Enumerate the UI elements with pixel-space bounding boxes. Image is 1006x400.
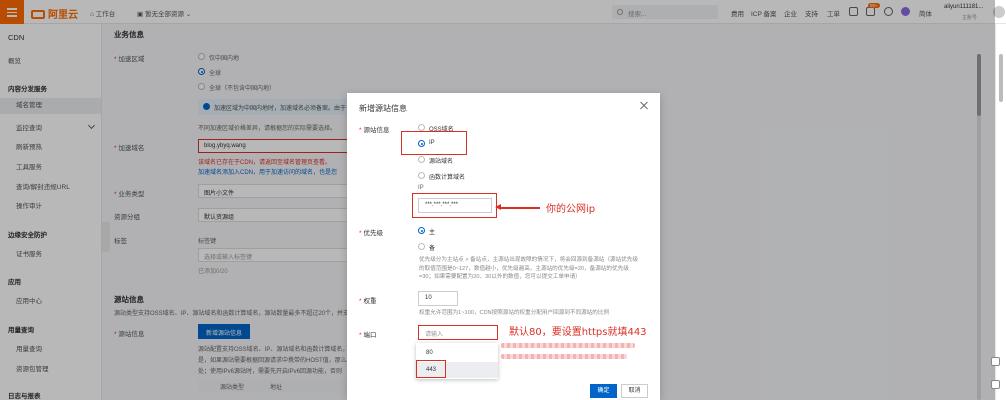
page-scrollbar-track bbox=[995, 24, 1006, 400]
label-port: * 端口 bbox=[359, 332, 377, 339]
label-priority: * 优先级 bbox=[359, 230, 384, 237]
label-fc-domain: 函数计算域名 bbox=[429, 175, 466, 181]
dialog-title: 新增源站信息 bbox=[359, 104, 407, 113]
label-origin-domain: 源站域名 bbox=[429, 159, 454, 165]
radio-fc-domain[interactable] bbox=[418, 172, 425, 179]
redacted-text bbox=[501, 354, 627, 359]
annotation-public-ip: 你的公网ip bbox=[546, 204, 596, 215]
port-input[interactable]: 请输入 bbox=[418, 325, 498, 340]
close-icon[interactable] bbox=[638, 100, 650, 112]
label-primary: 主 bbox=[429, 230, 436, 236]
radio-primary[interactable] bbox=[418, 227, 425, 234]
feedback-icon[interactable] bbox=[991, 380, 1000, 389]
annotation-arrow bbox=[495, 204, 540, 210]
cart-icon[interactable] bbox=[991, 357, 1000, 366]
port-option-80[interactable]: 80 bbox=[416, 345, 498, 361]
page-scrollbar[interactable] bbox=[999, 54, 1003, 102]
radio-backup[interactable] bbox=[418, 243, 425, 250]
radio-origin-domain[interactable] bbox=[418, 156, 425, 163]
annotation-port-note: 默认80，要设置https就填443 bbox=[509, 327, 647, 338]
label-weight: * 权重 bbox=[359, 298, 377, 305]
label-origin-type: * 源站信息 bbox=[359, 127, 390, 134]
radio-oss-domain[interactable] bbox=[418, 124, 425, 131]
weight-help: 权重允许范围为1~100，CDN按照源站的权重分配用户回源到不同源站的比例 bbox=[419, 310, 610, 316]
priority-help: 优先级分为主站点 > 备站点，主源站出现故障的情况下，将会回源到备源站（源站优先… bbox=[419, 257, 638, 281]
redacted-text bbox=[501, 343, 635, 348]
label-backup: 备 bbox=[429, 246, 436, 252]
highlight-port-443 bbox=[416, 360, 446, 378]
highlight-ip-option bbox=[401, 131, 467, 155]
weight-input[interactable]: 10 bbox=[418, 291, 458, 306]
highlight-ip-input bbox=[412, 193, 497, 218]
cancel-button[interactable]: 取消 bbox=[621, 384, 648, 398]
ip-field-label: IP bbox=[418, 185, 424, 191]
confirm-button[interactable]: 确定 bbox=[590, 384, 617, 398]
